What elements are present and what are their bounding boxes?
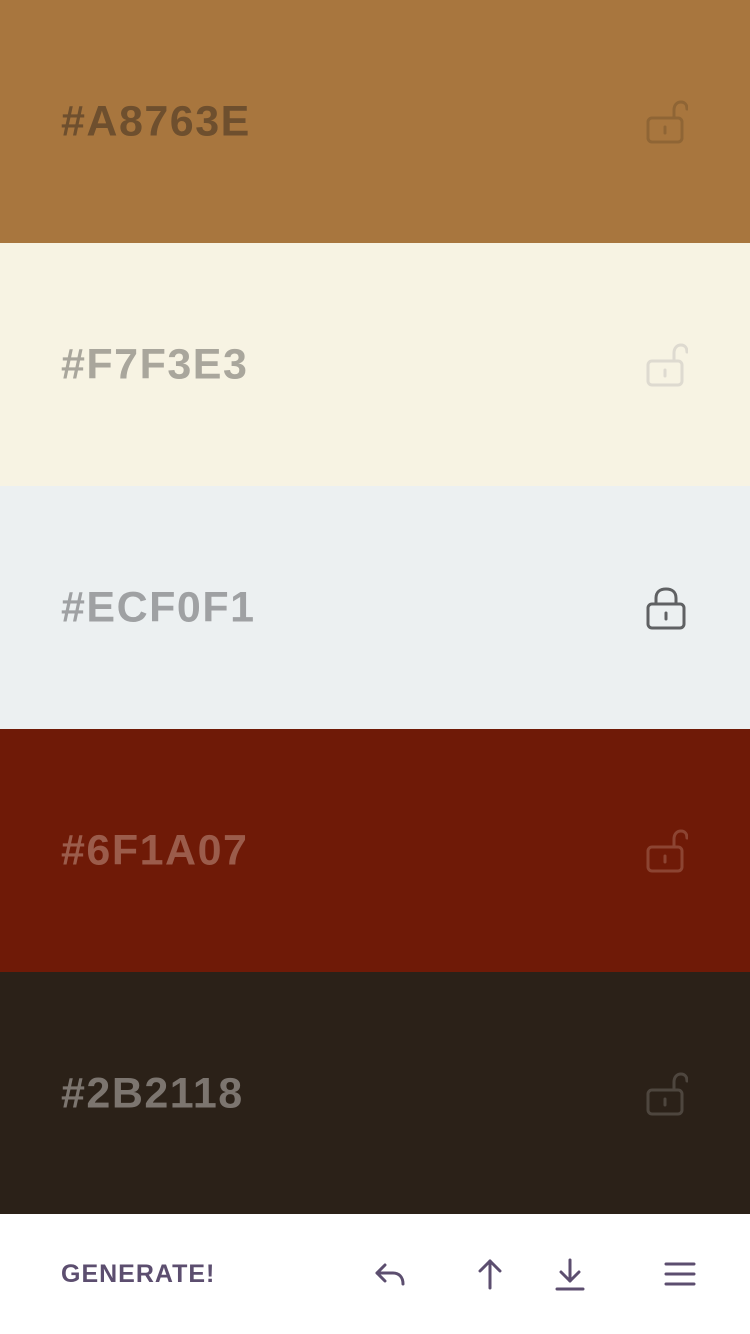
bottom-toolbar: GENERATE! — [0, 1214, 750, 1334]
color-swatch[interactable]: #ECF0F1 — [0, 486, 750, 729]
unlock-icon[interactable] — [640, 339, 692, 391]
unlock-icon[interactable] — [640, 825, 692, 877]
swatch-hex-label[interactable]: #F7F3E3 — [61, 340, 248, 389]
unlock-icon[interactable] — [640, 96, 692, 148]
generate-button[interactable]: GENERATE! — [61, 1260, 215, 1289]
swatch-hex-label[interactable]: #ECF0F1 — [61, 583, 256, 632]
swatch-hex-label[interactable]: #A8763E — [61, 97, 251, 146]
app-root: #A8763E #F7F3E3 #ECF0F1 #6F1A07 #2B2118 GENE… — [0, 0, 750, 1334]
swatch-hex-label[interactable]: #2B2118 — [61, 1069, 244, 1118]
swatch-hex-label[interactable]: #6F1A07 — [61, 826, 248, 875]
color-swatch[interactable]: #6F1A07 — [0, 729, 750, 972]
lock-icon[interactable] — [640, 582, 692, 634]
color-swatch[interactable]: #A8763E — [0, 0, 750, 243]
color-swatch[interactable]: #2B2118 — [0, 972, 750, 1215]
unlock-icon[interactable] — [640, 1068, 692, 1120]
download-icon[interactable] — [550, 1254, 590, 1294]
menu-icon[interactable] — [660, 1254, 700, 1294]
undo-icon[interactable] — [370, 1254, 410, 1294]
arrow-up-icon[interactable] — [470, 1254, 510, 1294]
color-swatch[interactable]: #F7F3E3 — [0, 243, 750, 486]
